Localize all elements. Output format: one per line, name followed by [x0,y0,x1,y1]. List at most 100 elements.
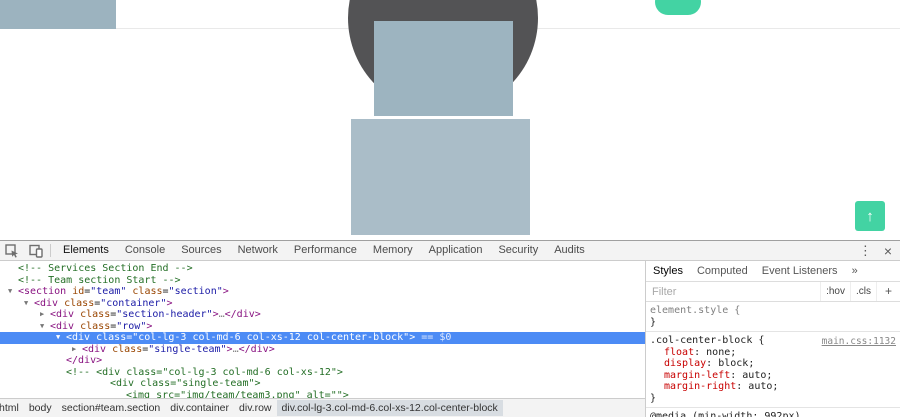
code-token: "col-lg-3 col-md-6 col-xs-12 col-center-… [132,332,410,343]
tab-application[interactable]: Application [421,241,491,260]
code-token: <section [18,286,67,297]
tree-row[interactable]: </div> [0,355,645,367]
breadcrumb-item[interactable]: html [0,400,24,416]
css-property-name: margin-left [664,369,731,381]
code-token: class [90,332,127,343]
breadcrumb-item[interactable]: section#team.section [57,400,166,416]
breadcrumb-item[interactable]: div.col-lg-3.col-md-6.col-xs-12.col-cent… [276,400,503,416]
expand-arrow-open-icon[interactable]: ▼ [40,321,50,333]
expand-arrow-closed-icon[interactable]: ▶ [72,344,82,356]
code-token: <div [34,297,59,309]
code-token: > [166,297,173,309]
css-property[interactable]: margin-left: auto; [650,370,896,382]
css-property-value: auto [742,369,767,381]
tab-performance[interactable]: Performance [286,241,365,260]
code-token: "single-team" [148,343,227,355]
css-selector[interactable]: } [650,393,896,405]
team-photo-partial [0,0,116,29]
tree-row[interactable]: ▶ <div class="single-team">…</div> [0,344,645,356]
team-card-image [351,119,530,235]
devtools-tabs: Elements Console Sources Network Performance… [55,241,593,260]
code-token: > [146,320,153,332]
code-token: "team" [90,286,127,297]
inspect-cursor-icon [5,243,18,258]
tree-row[interactable]: ▼ <div class="row"> [0,321,645,333]
code-token: </div> [238,343,275,355]
expand-arrow-open-icon[interactable]: ▼ [24,298,34,310]
tab-memory[interactable]: Memory [365,241,421,260]
styles-sidebar-tabs: Styles Computed Event Listeners» [646,261,900,282]
pseudo-state-toggle[interactable]: :hov [820,282,850,301]
tree-row[interactable]: <!-- <div class="col-lg-3 col-md-6 col-x… [0,367,645,379]
device-toolbar-button[interactable] [24,241,48,260]
styles-filter-input[interactable] [646,285,821,298]
code-token: <div [50,309,75,320]
up-arrow-icon: ↑ [866,207,874,225]
tab-sources[interactable]: Sources [173,241,229,260]
breadcrumb-item[interactable]: body [24,400,57,416]
css-property-value: auto [748,381,773,392]
code-token: == $0 [415,332,452,343]
css-property-value: block [718,358,749,369]
devtools-panel: Elements Console Sources Network Performance… [0,240,900,417]
css-rule: main.css:1132 .col-center-block {float: n… [646,332,900,408]
tab-network[interactable]: Network [230,241,286,260]
code-token: <div [66,332,91,343]
styles-tab-event-listeners[interactable]: Event Listeners [755,265,845,277]
code-token: class [74,320,111,332]
green-pill-button[interactable] [655,0,701,15]
tree-row[interactable]: ▼ <div class="container"> [0,298,645,310]
css-property[interactable]: float: none; [650,347,896,359]
tree-row[interactable]: <img src="img/team/team3.png" alt=""> [0,390,645,399]
tree-row[interactable]: ▼ <section id="team" class="section"> [0,286,645,298]
devtools-close-button[interactable]: × [881,243,900,259]
css-source-link[interactable]: main.css:1132 [822,336,896,348]
tree-row[interactable]: <!-- Services Section End --> [0,263,645,275]
webpage-preview: ↑ [0,0,900,240]
devtools-menu-button[interactable]: ⋮ [850,243,881,259]
tree-row[interactable]: ▶ <div class="section-header">…</div> [0,309,645,321]
css-selector[interactable]: } [650,317,896,329]
tab-audits[interactable]: Audits [546,241,593,260]
tab-console[interactable]: Console [117,241,173,260]
css-property-value: none [706,346,731,358]
styles-filter-row: :hov .cls + [646,282,900,302]
tree-row[interactable]: <div class="single-team"> [0,378,645,390]
device-toolbar-icon [29,244,43,258]
scroll-top-button[interactable]: ↑ [855,201,885,231]
code-token: class [58,297,95,309]
breadcrumb-item[interactable]: div.row [234,400,276,416]
css-property-name: margin-right [664,381,737,392]
tree-row-selected[interactable]: ▼ <div class="col-lg-3 col-md-6 col-xs-12… [0,332,645,344]
css-property[interactable]: margin-right: auto; [650,381,896,393]
styles-tab--[interactable]: » [845,265,865,277]
expand-arrow-closed-icon[interactable]: ▶ [40,309,50,321]
code-token: <!-- Services Section End --> [18,263,193,274]
toolbar-right-controls: ⋮ × [850,243,900,259]
toolbar-separator [50,244,51,257]
code-token: <div class="single-team"> [110,378,261,389]
new-style-rule-button[interactable]: + [875,282,900,301]
code-token: > [222,286,229,297]
tree-row[interactable]: <!-- Team section Start --> [0,275,645,287]
devtools-toolbar: Elements Console Sources Network Performance… [0,241,900,261]
styles-tab-computed[interactable]: Computed [690,265,755,277]
breadcrumb-strip: html body section#team.section div.containe… [0,399,503,417]
tab-security[interactable]: Security [490,241,546,260]
expand-arrow-open-icon[interactable]: ▼ [8,286,18,298]
inspect-element-button[interactable] [0,241,24,260]
code-token: "section-header" [116,309,213,320]
code-token: <div [50,320,75,332]
css-property[interactable]: display: block; [650,358,896,370]
tab-elements[interactable]: Elements [55,241,117,260]
expand-arrow-open-icon[interactable]: ▼ [56,332,66,344]
css-selector[interactable]: @media (min-width: 992px) [650,411,896,417]
element-class-toggle[interactable]: .cls [849,282,876,301]
styles-tab-styles[interactable]: Styles [646,265,690,277]
code-token: "container" [100,297,167,309]
breadcrumb-item[interactable]: div.container [165,400,234,416]
code-token: id [66,286,85,297]
code-token: <!-- Team section Start --> [18,274,181,286]
devtools-main: <!-- Services Section End --> <!-- Team s… [0,261,900,417]
css-selector[interactable]: element.style { [650,305,896,317]
